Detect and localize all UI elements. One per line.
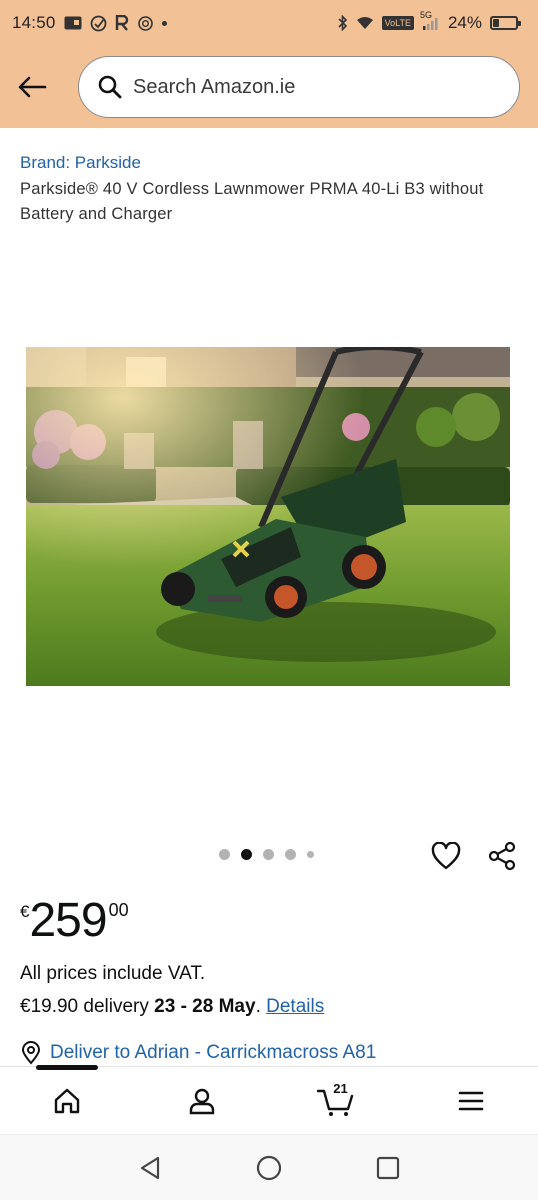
menu-icon (458, 1091, 484, 1110)
status-left: 14:50 (12, 13, 167, 33)
square-recents-icon (377, 1156, 400, 1179)
nav-account[interactable] (172, 1071, 232, 1131)
system-home-button[interactable] (249, 1148, 289, 1188)
account-icon (189, 1088, 214, 1114)
notification-card-icon (64, 16, 82, 30)
home-icon (55, 1088, 80, 1113)
price-currency: € (20, 902, 30, 921)
status-right: VoLTE 5G 24% (338, 10, 521, 33)
price: € 259 00 (20, 894, 129, 948)
active-tab-indicator (36, 1065, 98, 1070)
carousel-dot[interactable] (241, 849, 252, 860)
product-image[interactable] (26, 347, 510, 686)
search-icon (98, 75, 122, 99)
more-notifications-dot-icon (161, 20, 167, 26)
nav-home[interactable] (37, 1071, 97, 1131)
delivery-period: . (255, 996, 261, 1017)
deliver-to-location[interactable]: Deliver to Adrian - Carrickmacross A81 (20, 1041, 376, 1065)
search-box[interactable] (78, 56, 520, 118)
carousel-dot[interactable] (285, 849, 296, 860)
nav-menu[interactable] (441, 1071, 501, 1131)
triangle-back-icon (140, 1156, 159, 1179)
volte-badge: VoLTE (381, 16, 414, 30)
delivery-dates: 23 - 28 May (154, 996, 256, 1017)
share-button[interactable] (484, 838, 520, 874)
vat-notice: All prices include VAT. (20, 963, 206, 984)
carousel-dot[interactable] (263, 849, 274, 860)
bottom-nav: 21 (0, 1065, 538, 1134)
nav-cart[interactable]: 21 (306, 1071, 366, 1131)
cart-count-badge: 21 (333, 1080, 348, 1096)
deliver-to-text: Deliver to Adrian - Carrickmacross A81 (50, 1042, 377, 1063)
delivery-info: €19.90 delivery 23 - 28 May. Details (20, 996, 324, 1018)
signal-icon: 5G (420, 10, 440, 30)
r-app-icon (115, 15, 129, 31)
bluetooth-icon (338, 15, 348, 31)
location-pin-icon (21, 1041, 41, 1065)
status-bar: 14:50 VoLTE 5G 24% (0, 0, 538, 46)
search-input[interactable] (133, 75, 493, 99)
product-title: Parkside® 40 V Cordless Lawnmower PRMA 4… (20, 180, 484, 223)
price-whole: 259 (29, 894, 107, 947)
carousel-dot[interactable] (219, 849, 230, 860)
battery-percent: 24% (447, 13, 482, 32)
price-fraction: 00 (108, 900, 129, 920)
circle-home-icon (256, 1155, 282, 1180)
delivery-price: €19.90 delivery (20, 996, 149, 1017)
back-arrow-icon (18, 76, 47, 98)
header (0, 46, 538, 128)
system-back-button[interactable] (130, 1148, 170, 1188)
lawnmower-photo (26, 347, 510, 686)
wifi-icon (356, 16, 374, 30)
check-circle-icon (90, 15, 107, 32)
system-nav (0, 1134, 538, 1200)
battery-icon (490, 16, 521, 30)
openai-icon (137, 15, 154, 32)
brand-link[interactable]: Brand: Parkside (20, 153, 141, 173)
system-recents-button[interactable] (368, 1148, 408, 1188)
wishlist-button[interactable] (428, 838, 464, 874)
battery-fill (493, 19, 499, 27)
heart-icon (431, 842, 461, 870)
back-button[interactable] (14, 69, 50, 105)
carousel-dot[interactable] (307, 851, 314, 858)
carousel-dots[interactable] (219, 849, 314, 860)
delivery-details-link[interactable]: Details (266, 996, 324, 1017)
share-icon (488, 841, 516, 871)
signal-label: 5G (419, 10, 432, 20)
status-time: 14:50 (12, 13, 56, 32)
